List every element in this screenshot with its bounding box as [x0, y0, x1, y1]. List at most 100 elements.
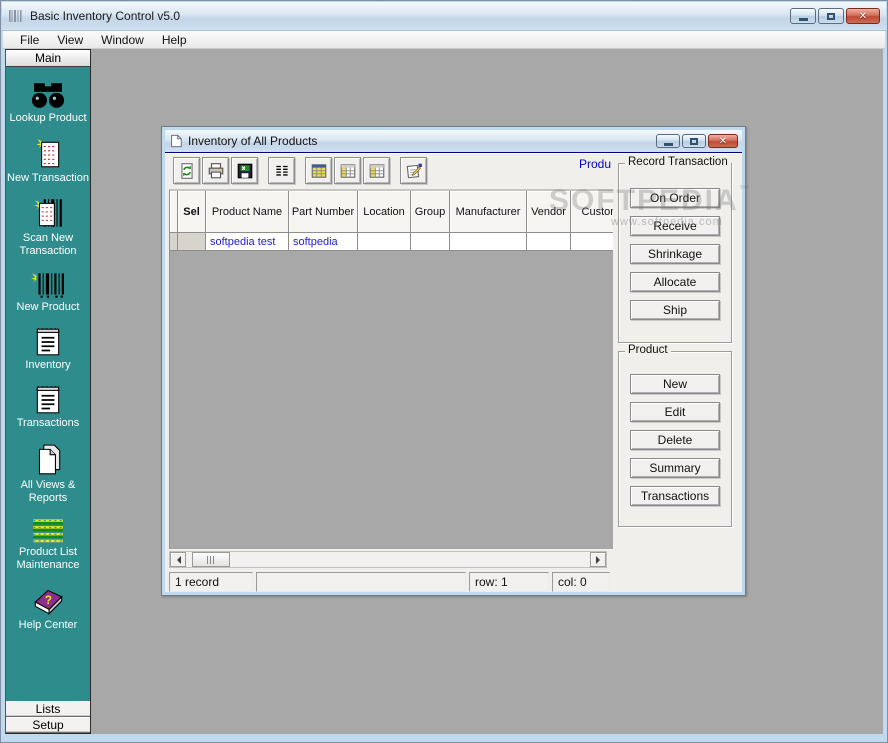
table-row[interactable]: softpedia test softpedia [170, 233, 613, 251]
transactions-button[interactable]: Transactions [630, 486, 720, 506]
sidebar-item-help-center[interactable]: ? Help Center [6, 585, 90, 632]
sidebar-label: New Transaction [6, 172, 90, 185]
cell-manufacturer[interactable] [450, 233, 527, 251]
sidebar-item-product-list-maintenance[interactable]: Product List Maintenance [6, 518, 90, 572]
allocate-button[interactable]: Allocate [630, 272, 720, 292]
sidebar-spacer [6, 632, 90, 701]
sidebar-item-scan-new-transaction[interactable]: Scan New Transaction [6, 198, 90, 258]
sidebar-label: Lookup Product [6, 112, 90, 125]
form-design-button[interactable] [400, 157, 427, 184]
sidebar-item-lookup-product[interactable]: Lookup Product [6, 80, 90, 125]
restore-button[interactable] [682, 134, 706, 148]
status-row: row: 1 [469, 572, 549, 592]
new-receipt-icon [31, 138, 65, 170]
main-window: Basic Inventory Control v5.0 ✕ File View… [0, 0, 888, 743]
shrinkage-button[interactable]: Shrinkage [630, 244, 720, 264]
sidebar-label: Inventory [6, 359, 90, 372]
horizontal-scrollbar[interactable] [169, 551, 607, 568]
arrow-left-icon [173, 556, 181, 564]
column-header-group[interactable]: Group [411, 191, 450, 233]
column-header-vendor[interactable]: Vendor [527, 191, 571, 233]
delete-button[interactable]: Delete [630, 430, 720, 450]
table-view-button[interactable] [305, 157, 332, 184]
product-group-title: Product [625, 344, 671, 356]
inventory-window: Inventory of All Products ✕ [161, 126, 746, 596]
close-button[interactable]: ✕ [708, 134, 738, 148]
sidebar-label: All Views & Reports [6, 479, 90, 505]
table-grid-icon [339, 162, 357, 180]
menu-view[interactable]: View [48, 32, 92, 48]
sidebar-label: New Product [6, 301, 90, 314]
menu-file[interactable]: File [11, 32, 48, 48]
sidebar-item-new-transaction[interactable]: New Transaction [6, 138, 90, 185]
close-button[interactable]: ✕ [846, 8, 880, 24]
binoculars-icon [30, 80, 66, 110]
sidebar-tab-lists[interactable]: Lists [6, 701, 90, 717]
products-panel-link[interactable]: Produ [555, 157, 611, 171]
products-grid: Sel Product Name Part Number Location Gr… [169, 189, 613, 549]
scrollbar-thumb[interactable] [192, 552, 230, 567]
cell-custom[interactable] [571, 233, 613, 251]
column-header-location[interactable]: Location [358, 191, 411, 233]
column-header-product-name[interactable]: Product Name [206, 191, 289, 233]
minimize-button[interactable] [656, 134, 680, 148]
refresh-icon [178, 162, 196, 180]
cell-product-name[interactable]: softpedia test [206, 233, 289, 251]
minimize-button[interactable] [790, 8, 816, 24]
action-panel: Record Transaction On Order Receive Shri… [613, 155, 738, 533]
column-header-custom[interactable]: Custom [571, 191, 613, 233]
menu-window[interactable]: Window [92, 32, 153, 48]
sidebar-item-transactions[interactable]: Transactions [6, 385, 90, 430]
scroll-right-button[interactable] [590, 552, 606, 567]
menu-help[interactable]: Help [153, 32, 196, 48]
column-header-sel[interactable]: Sel [178, 191, 206, 233]
list-view-button[interactable] [268, 157, 295, 184]
sidebar-tab-main[interactable]: Main [6, 50, 90, 67]
cell-location[interactable] [358, 233, 411, 251]
striped-list-icon [30, 518, 66, 544]
grid-view-button[interactable] [334, 157, 361, 184]
toolbar [173, 157, 429, 184]
minimize-icon [664, 143, 673, 146]
barcode-app-icon [8, 9, 24, 23]
scan-receipt-icon [31, 198, 65, 230]
row-header-cell[interactable] [170, 233, 178, 251]
arrow-right-icon [596, 556, 604, 564]
column-header-manufacturer[interactable]: Manufacturer [450, 191, 527, 233]
close-icon: ✕ [859, 11, 867, 22]
sidebar-label: Product List Maintenance [6, 546, 90, 572]
cell-group[interactable] [411, 233, 450, 251]
maximize-button[interactable] [818, 8, 844, 24]
sidebar: Main Lookup Product New Transaction [5, 49, 91, 734]
record-transaction-title: Record Transaction [625, 156, 731, 168]
grid-header-row: Sel Product Name Part Number Location Gr… [170, 191, 613, 233]
grid-view-alt-button[interactable] [363, 157, 390, 184]
refresh-button[interactable] [173, 157, 200, 184]
print-button[interactable] [202, 157, 229, 184]
print-icon [207, 162, 225, 180]
ship-button[interactable]: Ship [630, 300, 720, 320]
restore-icon [690, 138, 698, 145]
table-highlight-icon [310, 162, 328, 180]
scroll-left-button[interactable] [170, 552, 186, 567]
save-button[interactable] [231, 157, 258, 184]
notepad-icon [32, 385, 64, 415]
cell-sel[interactable] [178, 233, 206, 251]
edit-button[interactable]: Edit [630, 402, 720, 422]
menu-bar: File View Window Help [3, 31, 885, 49]
on-order-button[interactable]: On Order [630, 188, 720, 208]
sidebar-item-inventory[interactable]: Inventory [6, 327, 90, 372]
receive-button[interactable]: Receive [630, 216, 720, 236]
sidebar-tab-setup[interactable]: Setup [6, 717, 90, 733]
sidebar-item-all-views-reports[interactable]: All Views & Reports [6, 443, 90, 505]
summary-button[interactable]: Summary [630, 458, 720, 478]
cell-vendor[interactable] [527, 233, 571, 251]
status-message [256, 572, 466, 592]
sidebar-item-new-product[interactable]: New Product [6, 271, 90, 314]
main-titlebar[interactable]: Basic Inventory Control v5.0 ✕ [2, 2, 886, 31]
svg-text:?: ? [45, 594, 52, 607]
column-header-part-number[interactable]: Part Number [289, 191, 358, 233]
inventory-window-titlebar[interactable]: Inventory of All Products ✕ [165, 130, 742, 152]
new-button[interactable]: New [630, 374, 720, 394]
cell-part-number[interactable]: softpedia [289, 233, 358, 251]
